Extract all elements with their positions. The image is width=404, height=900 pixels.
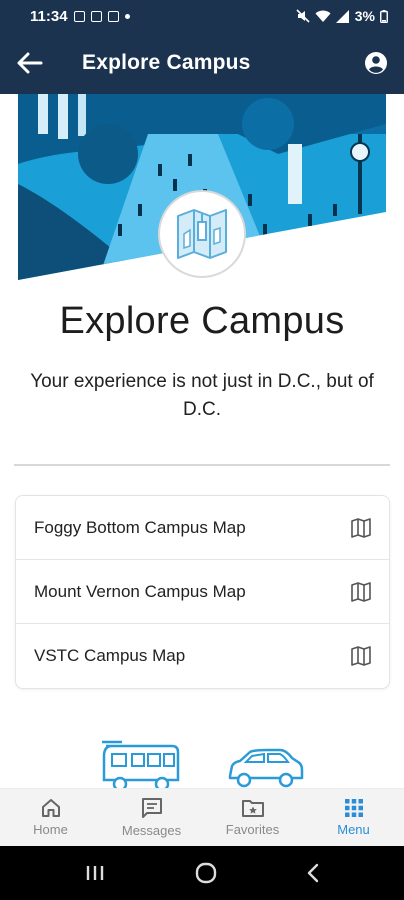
gallery-notification-icon (107, 10, 119, 22)
list-item-label: VSTC Campus Map (34, 646, 186, 665)
list-item-vstc-map[interactable]: VSTC Campus Map (16, 624, 389, 688)
nav-messages-label: Messages (121, 823, 182, 838)
nav-favorites-label: Favorites (225, 822, 280, 837)
app-bar-title: Explore Campus (82, 51, 251, 74)
recents-icon[interactable] (84, 863, 106, 883)
campus-map-list: Foggy Bottom Campus Map Mount Vernon Cam… (15, 495, 390, 689)
mute-icon (296, 9, 310, 23)
system-nav-bar (0, 846, 404, 900)
nav-menu-label: Menu (337, 822, 370, 837)
campus-map-icon (177, 209, 227, 259)
more-notifications-icon (124, 13, 130, 19)
arrow-left-icon (17, 52, 43, 74)
nav-home-label: Home (33, 822, 68, 837)
messages-icon (141, 798, 162, 818)
nav-home[interactable]: Home (0, 789, 101, 846)
battery-icon (380, 9, 388, 23)
system-back-icon[interactable] (306, 862, 320, 884)
photo-notification-icon (73, 10, 85, 22)
page-title: Explore Campus (59, 300, 345, 342)
nav-favorites[interactable]: Favorites (202, 789, 303, 846)
bottom-nav: Home Messages Favorites Menu (0, 788, 404, 846)
divider (14, 464, 390, 466)
list-item-label: Mount Vernon Campus Map (34, 581, 246, 601)
nav-menu[interactable]: Menu (303, 789, 404, 846)
voicemail-notification-icon (90, 10, 102, 22)
list-item-foggy-bottom-map[interactable]: Foggy Bottom Campus Map (16, 496, 389, 560)
vehicle-illustrations (0, 730, 404, 792)
signal-icon (335, 9, 349, 23)
app-bar: Explore Campus (0, 32, 404, 94)
account-circle-icon (365, 52, 387, 74)
list-item-label: Foggy Bottom Campus Map (34, 517, 246, 537)
home-circle-icon[interactable] (194, 861, 218, 885)
profile-button[interactable] (348, 32, 404, 94)
back-button[interactable] (0, 32, 60, 94)
home-icon (41, 799, 60, 817)
map-icon (351, 517, 371, 538)
page-tagline: Your experience is not just in D.C., but… (30, 371, 374, 420)
status-bar: 11:34 3% (0, 0, 404, 32)
map-icon (351, 581, 371, 602)
wifi-icon (315, 10, 331, 22)
campus-map-badge (158, 190, 246, 278)
nav-messages[interactable]: Messages (101, 789, 202, 846)
car-icon (228, 748, 304, 788)
map-icon (351, 646, 371, 666)
status-time: 11:34 (30, 7, 68, 25)
list-item-mount-vernon-map[interactable]: Mount Vernon Campus Map (16, 560, 389, 624)
grid-menu-icon (344, 799, 363, 817)
favorites-folder-icon (241, 800, 264, 817)
shuttle-bus-icon (102, 740, 180, 792)
battery-percent: 3% (354, 8, 375, 24)
